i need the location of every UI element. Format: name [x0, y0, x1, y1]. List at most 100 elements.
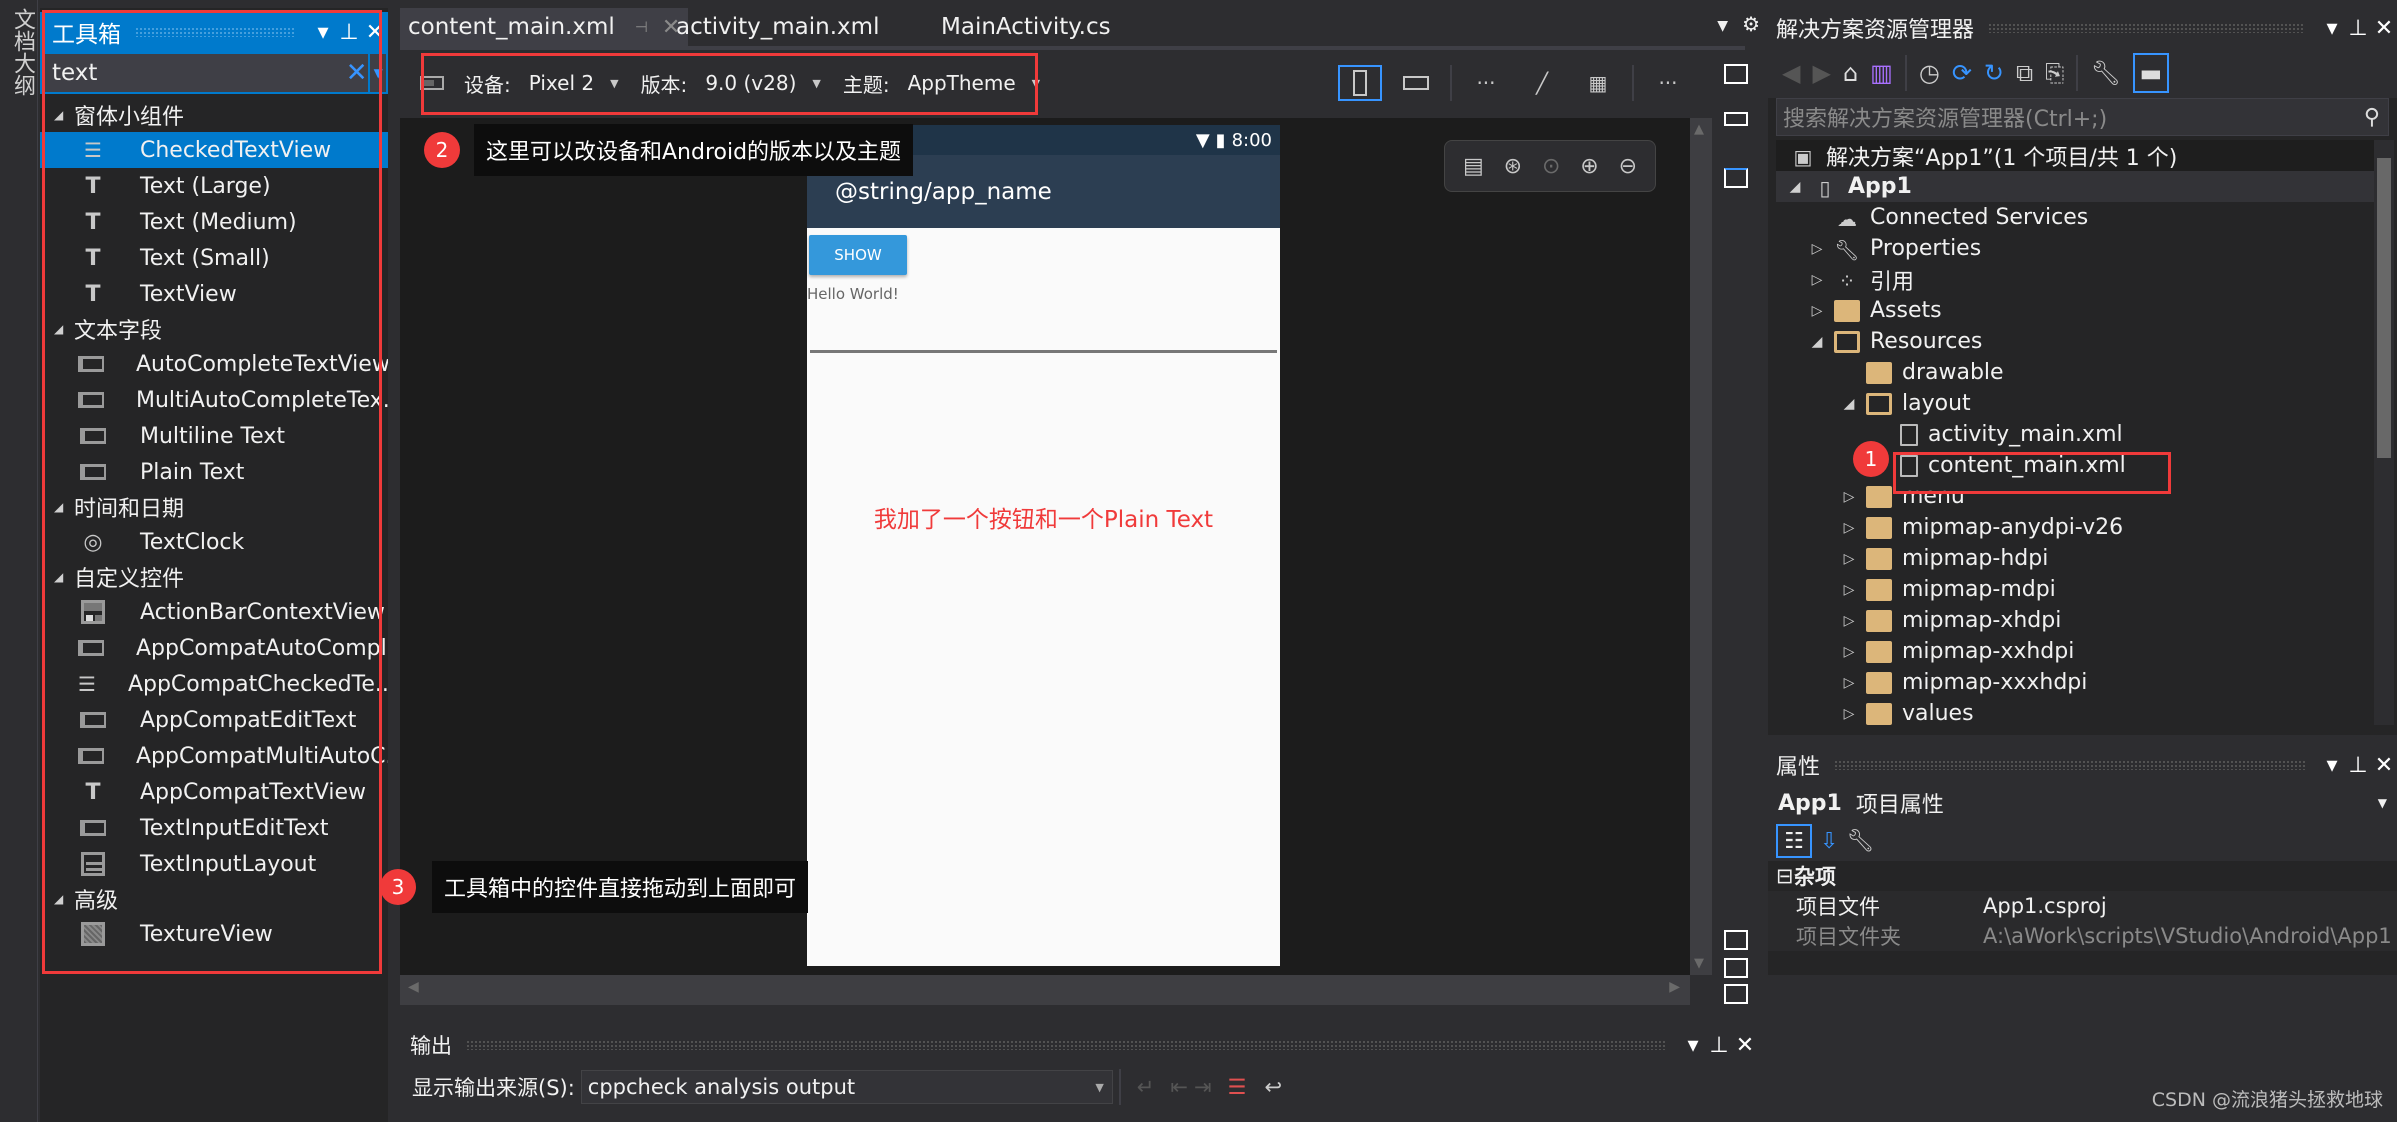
close-icon[interactable]: ✕	[2371, 753, 2397, 778]
expander-icon[interactable]: ▷	[1806, 303, 1828, 319]
alphabetical-icon[interactable]: ⇩	[1820, 829, 1838, 854]
tree-item[interactable]: ▷ mipmap-hdpi	[1776, 543, 2376, 574]
expander-icon[interactable]: ◢	[1806, 334, 1828, 350]
expander-icon[interactable]: ▷	[1838, 644, 1860, 660]
property-section[interactable]: ⊟ 杂项	[1768, 861, 2397, 891]
tree-item[interactable]: ▷ Assets	[1776, 295, 2376, 326]
layout-icon[interactable]: ▤	[1463, 154, 1484, 179]
plain-text-field[interactable]	[810, 350, 1277, 353]
expander-icon[interactable]: ▷	[1838, 582, 1860, 598]
expander-icon[interactable]: ▷	[1838, 551, 1860, 567]
tree-item[interactable]: ◢ Resources	[1776, 326, 2376, 357]
drag-grip[interactable]	[466, 1040, 1666, 1050]
tree-item[interactable]: ▷ values	[1776, 698, 2376, 729]
phone-preview[interactable]: ▼ ▮ 8:00 @string/app_name SHOW Hello Wor…	[807, 125, 1280, 966]
solution-search-input[interactable]: 搜索解决方案资源管理器(Ctrl+;) ⚲	[1776, 98, 2389, 136]
tree-item[interactable]: ▷ mipmap-mdpi	[1776, 574, 2376, 605]
tree-item[interactable]: drawable	[1776, 357, 2376, 388]
constraint-icon[interactable]	[1724, 112, 1748, 126]
split-horizontal-icon[interactable]	[1724, 958, 1748, 978]
forward-icon[interactable]: ▶	[1812, 59, 1830, 87]
tab-activity-main[interactable]: activity_main.xml	[668, 8, 887, 46]
tree-item[interactable]: ▷ mipmap-anydpi-v26	[1776, 512, 2376, 543]
collapse-all-icon[interactable]: ⧉	[2016, 59, 2033, 87]
show-button[interactable]: SHOW	[809, 235, 907, 275]
scroll-up-icon[interactable]: ▲	[1694, 122, 1704, 137]
pending-changes-filter-icon[interactable]: ◷	[1919, 59, 1940, 87]
close-icon[interactable]: ✕	[1732, 1033, 1758, 1058]
tab-list-dropdown-icon[interactable]: ▼	[1717, 12, 1728, 36]
export-icon[interactable]	[1724, 168, 1748, 188]
solution-tree-scrollbar[interactable]	[2374, 140, 2394, 725]
layout-grid-icon[interactable]: ▦	[1576, 65, 1620, 101]
expander-icon[interactable]: ▷	[1806, 272, 1828, 288]
pin-icon[interactable]: ⊥	[1706, 1033, 1732, 1058]
sync-icon[interactable]: ⟳	[1952, 59, 1972, 87]
show-all-files-icon[interactable]: ⎘	[2045, 59, 2064, 87]
dropdown-icon[interactable]: ▾	[2319, 753, 2345, 778]
brush-icon[interactable]: ╱	[1520, 65, 1564, 101]
expander-icon[interactable]: ▷	[1838, 613, 1860, 629]
word-wrap-icon[interactable]: ↩	[1264, 1075, 1282, 1099]
gear-icon[interactable]: ⚙	[1742, 12, 1760, 36]
tree-item[interactable]: ▷ mipmap-xxhdpi	[1776, 636, 2376, 667]
drag-grip[interactable]	[1834, 760, 2305, 770]
tree-item[interactable]: ◢ layout	[1776, 388, 2376, 419]
scroll-right-icon[interactable]: ▶	[1669, 979, 1680, 995]
tab-main-activity[interactable]: MainActivity.cs	[933, 8, 1119, 46]
next-message-icon[interactable]: ⇥	[1194, 1075, 1212, 1099]
pin-icon[interactable]: ⊣	[635, 18, 648, 36]
scroll-down-icon[interactable]: ▼	[1694, 956, 1704, 971]
tab-content-main[interactable]: content_main.xml ⊣ ✕	[400, 8, 689, 46]
object-selector[interactable]: App1 项目属性 ▼	[1768, 785, 2397, 821]
output-source-select[interactable]: cppcheck analysis output ▼	[580, 1070, 1113, 1104]
tree-item[interactable]: ▣ 解决方案“App1”(1 个项目/共 1 个)	[1776, 140, 2376, 171]
collapse-panel-icon[interactable]	[1724, 984, 1748, 1004]
preview-selected-icon[interactable]: ▬	[2132, 53, 2169, 93]
expander-icon[interactable]: ▷	[1838, 520, 1860, 536]
more-options-icon[interactable]: ···	[1464, 65, 1508, 101]
expander-icon[interactable]: ▷	[1838, 489, 1860, 505]
tree-item[interactable]: ◢ ▯ App1	[1776, 171, 2376, 202]
canvas-vertical-scrollbar[interactable]: ▲ ▼	[1690, 118, 1712, 975]
split-vertical-icon[interactable]	[1724, 930, 1748, 950]
property-row[interactable]: 项目文件 App1.csproj	[1768, 891, 2397, 921]
go-to-message-icon[interactable]: ↵	[1137, 1075, 1155, 1099]
tree-item[interactable]: ☁ Connected Services	[1776, 202, 2376, 233]
tree-item[interactable]: ▷ mipmap-xhdpi	[1776, 605, 2376, 636]
more-options-icon[interactable]: ···	[1646, 65, 1690, 101]
dropdown-icon[interactable]: ▾	[1680, 1033, 1706, 1058]
pin-icon[interactable]: ⊥	[2345, 16, 2371, 41]
dropdown-icon[interactable]: ▾	[2319, 16, 2345, 41]
landscape-orientation-icon[interactable]	[1394, 65, 1438, 101]
back-icon[interactable]: ◀	[1782, 59, 1800, 87]
collapse-icon[interactable]: ⊟	[1768, 864, 1794, 888]
search-icon[interactable]: ⚲	[2364, 105, 2380, 130]
home-icon[interactable]: ⌂	[1843, 59, 1858, 87]
scroll-thumb[interactable]	[2377, 158, 2391, 458]
refresh-icon[interactable]: ↻	[1984, 59, 2004, 87]
canvas-horizontal-scrollbar[interactable]: ◀ ▶	[400, 975, 1690, 1005]
scroll-left-icon[interactable]: ◀	[408, 979, 419, 995]
zoom-in-icon[interactable]: ⊕	[1580, 154, 1598, 179]
expander-icon[interactable]: ◢	[1838, 396, 1860, 412]
switch-views-icon[interactable]: ▥	[1870, 59, 1893, 87]
property-row[interactable]: 项目文件夹 A:\aWork\scripts\VStudio\Android\A…	[1768, 921, 2397, 951]
drag-grip[interactable]	[1988, 23, 2305, 33]
tree-item[interactable]: ▷ mipmap-xxxhdpi	[1776, 667, 2376, 698]
zoom-actual-icon[interactable]: ⊙	[1542, 154, 1560, 179]
property-pages-icon[interactable]: 🔧︎	[1846, 829, 1874, 854]
expander-icon[interactable]: ▷	[1806, 241, 1828, 257]
categorized-icon[interactable]: ☷	[1776, 824, 1812, 858]
tree-item[interactable]: ▷ 🔧︎ Properties	[1776, 233, 2376, 264]
close-icon[interactable]: ✕	[2371, 16, 2397, 41]
zoom-fit-icon[interactable]: ⊛	[1504, 154, 1522, 179]
expander-icon[interactable]: ▷	[1838, 675, 1860, 691]
document-outline-tab[interactable]: 文档大纲	[0, 0, 38, 1122]
zoom-out-icon[interactable]: ⊖	[1619, 154, 1637, 179]
properties-wrench-icon[interactable]: 🔧︎	[2090, 59, 2120, 87]
expander-icon[interactable]: ▷	[1838, 706, 1860, 722]
expander-icon[interactable]: ◢	[1784, 179, 1806, 195]
device-preview-icon[interactable]	[1724, 64, 1748, 84]
portrait-orientation-icon[interactable]	[1338, 65, 1382, 101]
